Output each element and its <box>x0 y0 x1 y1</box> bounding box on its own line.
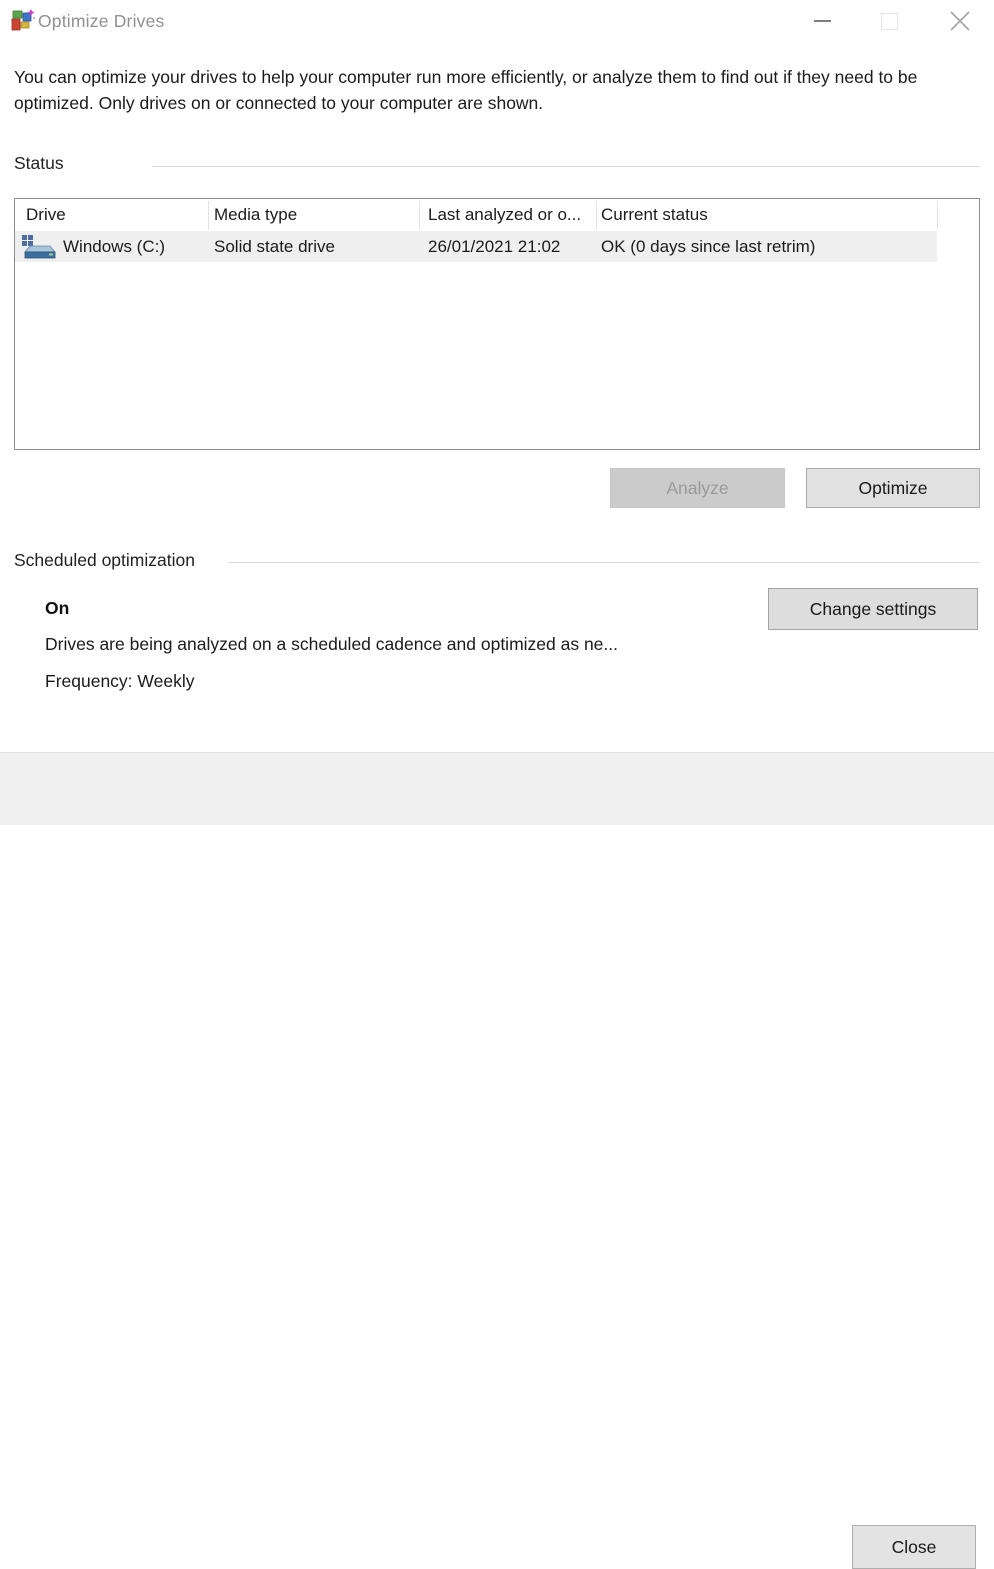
hard-drive-icon <box>21 234 57 260</box>
scheduled-frequency: Frequency: Weekly <box>45 671 194 692</box>
column-divider <box>419 201 420 229</box>
column-divider <box>937 201 938 229</box>
close-window-button[interactable] <box>940 4 980 38</box>
column-divider <box>596 201 597 229</box>
drive-row-windows-c[interactable]: Windows (C:) Solid state drive 26/01/202… <box>15 231 937 262</box>
column-header-current-status[interactable]: Current status <box>601 199 931 231</box>
dialog-description: You can optimize your drives to help you… <box>14 65 929 116</box>
media-type-cell: Solid state drive <box>214 231 335 262</box>
current-status-cell: OK (0 days since last retrim) <box>601 231 815 262</box>
minimize-button[interactable] <box>802 4 842 38</box>
change-settings-button[interactable]: Change settings <box>768 588 978 630</box>
title-bar: Optimize Drives <box>0 0 994 46</box>
drives-list: Drive Media type Last analyzed or o... C… <box>14 198 980 450</box>
last-analyzed-cell: 26/01/2021 21:02 <box>428 231 560 262</box>
window-title: Optimize Drives <box>38 11 165 32</box>
maximize-icon <box>881 13 898 30</box>
defragment-app-icon <box>10 8 36 34</box>
scheduled-optimization-label: Scheduled optimization <box>14 550 195 571</box>
column-header-media-type[interactable]: Media type <box>214 199 412 231</box>
scheduled-state: On <box>45 598 69 619</box>
drive-name-cell: Windows (C:) <box>63 231 165 262</box>
column-divider <box>208 201 209 229</box>
scheduled-description: Drives are being analyzed on a scheduled… <box>45 634 618 655</box>
optimize-drives-window: Optimize Drives You can optimize your dr… <box>0 0 994 825</box>
status-section-divider <box>152 166 980 167</box>
scheduled-section-divider <box>228 562 980 563</box>
drives-list-header: Drive Media type Last analyzed or o... C… <box>15 199 979 231</box>
close-icon <box>948 9 972 33</box>
column-header-drive[interactable]: Drive <box>26 199 201 231</box>
optimize-button[interactable]: Optimize <box>806 468 980 508</box>
close-button[interactable]: Close <box>852 1525 976 1569</box>
maximize-button[interactable] <box>869 4 909 38</box>
status-section-label: Status <box>14 153 64 174</box>
analyze-button[interactable]: Analyze <box>610 468 785 508</box>
dialog-footer: Close <box>0 752 994 825</box>
minimize-icon <box>814 20 831 22</box>
column-header-last-analyzed[interactable]: Last analyzed or o... <box>428 199 590 231</box>
